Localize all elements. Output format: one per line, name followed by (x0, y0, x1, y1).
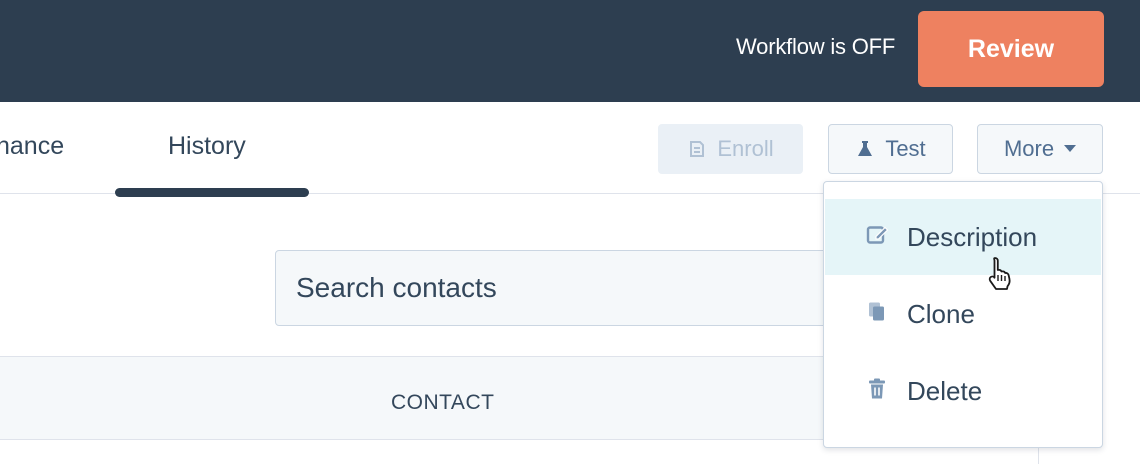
workflow-status: Workflow is OFF (736, 34, 896, 59)
search-input[interactable] (276, 251, 854, 325)
enroll-button[interactable]: Enroll (658, 124, 803, 174)
test-label: Test (885, 136, 926, 161)
more-button[interactable]: More (977, 124, 1103, 174)
search-contacts-box[interactable] (275, 250, 855, 326)
tab-history[interactable]: History (168, 132, 246, 161)
more-dropdown-menu: Description Clone Delete (823, 181, 1103, 448)
flask-icon (855, 139, 875, 159)
caret-down-icon (1064, 145, 1077, 153)
menu-item-label: Clone (907, 298, 975, 329)
hand-pointer-cursor-icon (986, 255, 1016, 296)
menu-item-label: Delete (907, 375, 983, 406)
active-tab-indicator (115, 188, 309, 197)
trash-icon (865, 377, 889, 406)
top-bar: Workflow is OFF Review (0, 0, 1140, 102)
more-label: More (1003, 136, 1055, 161)
test-button[interactable]: Test (828, 124, 953, 174)
enroll-icon (687, 139, 707, 159)
review-button[interactable]: Review (918, 11, 1104, 87)
column-header-contact[interactable]: CONTACT (391, 391, 494, 415)
copy-icon (865, 300, 889, 329)
enroll-label: Enroll (717, 136, 774, 161)
tab-performance[interactable]: nance (0, 132, 64, 161)
menu-item-clone[interactable]: Clone (825, 276, 1101, 352)
menu-item-description[interactable]: Description (825, 199, 1101, 275)
edit-icon (865, 223, 889, 252)
menu-item-label: Description (907, 221, 1038, 252)
menu-item-delete[interactable]: Delete (825, 353, 1101, 429)
